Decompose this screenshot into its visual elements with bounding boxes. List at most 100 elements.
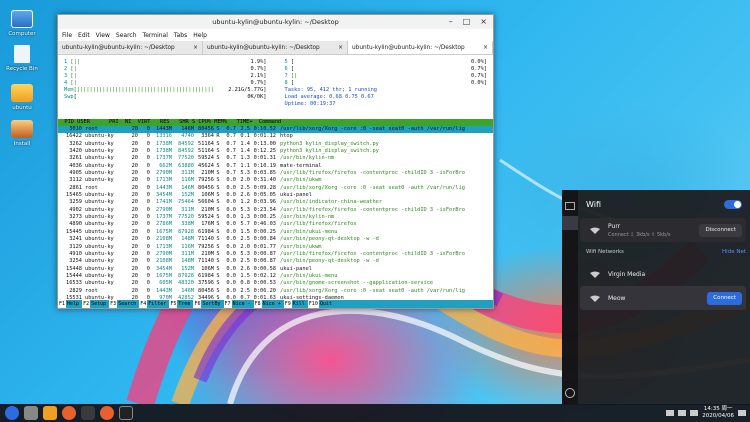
process-row[interactable]: 3420 ubuntu-ky 20 0 1738M 84592 51164 S 0.7 1.4 0:… [58, 148, 493, 155]
process-row[interactable]: 2829 root 20 0 1443M 146M 80456 S 0.0 2.5 0:06.20 /… [58, 288, 493, 295]
fkey-label[interactable]: Tree [177, 300, 193, 308]
file-manager-icon[interactable] [43, 406, 57, 420]
terminal-window[interactable]: ubuntu-kylin@ubuntu-kylin: ~/Desktop – □… [57, 14, 494, 309]
menu-file[interactable]: File [62, 32, 72, 39]
notification-icon[interactable] [666, 410, 675, 416]
fkey-key[interactable]: F7 [223, 300, 232, 308]
process-res: 146M [181, 126, 194, 132]
desktop-icon-install[interactable]: Install [2, 120, 42, 147]
terminal-tab[interactable]: ubuntu-kylin@ubuntu-kylin: ~/Desktop × [58, 41, 203, 54]
software-center-icon[interactable] [81, 406, 95, 420]
fkey-label[interactable]: Filter [147, 300, 169, 308]
disconnect-button[interactable]: Disconnect [699, 223, 742, 237]
process-row[interactable]: 3010 root 20 0 1443M 146M 80456 S 0.7 2.5 0:10.52 /… [58, 126, 493, 133]
process-user: ubuntu-ky [85, 170, 114, 177]
desktop-icon-home[interactable]: ubuntu [2, 84, 42, 111]
desktop-icon-computer[interactable]: Computer [2, 10, 42, 37]
process-row[interactable]: 16533 ubuntu-ky 20 0 605M 48320 37596 S 0.0 0.8 0:… [58, 280, 493, 287]
process-list[interactable]: 3010 root 20 0 1443M 146M 80456 S 0.7 2.5 0:10.52/… [58, 126, 493, 308]
firefox-icon[interactable] [62, 406, 76, 420]
process-row[interactable]: 3259 ubuntu-ky 20 0 1741M 75464 56604 S 0.0 1.2 0:… [58, 199, 493, 206]
process-row[interactable]: 3273 ubuntu-ky 20 0 1737M 77520 59524 S 0.0 1.3 0:… [58, 214, 493, 221]
connect-button[interactable]: Connect [707, 291, 742, 305]
minimize-icon[interactable]: – [449, 17, 453, 26]
menu-view[interactable]: View [96, 32, 110, 39]
wifi-toggle[interactable] [724, 200, 742, 209]
process-virt: 1675M [156, 228, 172, 235]
process-row[interactable]: 3262 ubuntu-ky 20 0 1738M 84592 51164 S 0.7 1.4 0:… [58, 141, 493, 148]
close-icon[interactable]: × [480, 17, 487, 26]
fkey-label[interactable]: Kill [292, 300, 308, 308]
process-row[interactable]: 4905 ubuntu-ky 20 0 2790M 311M 210M S 0.7 5.3 0:03… [58, 170, 493, 177]
desktop-icon-recycle-bin[interactable]: Recycle Bin [2, 45, 42, 72]
wifi-network-item[interactable]: Virgin Media [580, 262, 746, 286]
process-row[interactable]: 4890 ubuntu-ky 20 0 2786M 338M 176M S 0.0 5.7 0:46… [58, 221, 493, 228]
process-virt: 605M [159, 280, 172, 287]
multitask-icon[interactable] [24, 406, 38, 420]
settings-gear-icon[interactable] [565, 388, 575, 398]
process-row[interactable]: 15465 ubuntu-ky 20 0 3454M 152M 106M S 0.0 2.6 0:0… [58, 192, 493, 199]
tab-close-icon[interactable]: × [338, 45, 343, 51]
hide-networks-link[interactable]: Hide Net [722, 249, 746, 255]
fkey-key[interactable]: F9 [283, 300, 292, 308]
process-user: ubuntu-ky [85, 265, 114, 272]
fkey-key[interactable]: F2 [82, 300, 91, 308]
fkey-label[interactable]: Nice - [232, 300, 254, 308]
menu-edit[interactable]: Edit [78, 32, 90, 39]
terminal-tab-active[interactable]: ubuntu-kylin@ubuntu-kylin: ~/Desktop × [348, 41, 493, 54]
process-row[interactable]: 3129 ubuntu-ky 20 0 1713M 116M 79256 S 0.0 2.0 0:0… [58, 244, 493, 251]
connected-network[interactable]: Purr Connect ⇩ 3kb/s ⇧ 5kb/s Disconnect [580, 218, 746, 242]
volume-icon[interactable] [690, 410, 699, 416]
process-row[interactable]: 16422 ubuntu-ky 20 0 13316 4740 3364 R 0.7 0.1 0:0… [58, 133, 493, 140]
meter-label: 8 [284, 80, 288, 86]
process-row[interactable]: 3261 ubuntu-ky 20 0 1737M 77520 59524 S 0.7 1.3 0:… [58, 155, 493, 162]
meter-value: 0.7%] [250, 80, 267, 86]
process-pid: 3241 [69, 236, 82, 243]
firefox-window-icon[interactable] [100, 406, 114, 420]
process-row[interactable]: 15445 ubuntu-ky 20 0 1675M 87928 61984 S 0.0 1.5 0… [58, 229, 493, 236]
process-row[interactable]: 4910 ubuntu-ky 20 0 2790M 311M 210M S 0.0 5.3 0:00… [58, 251, 493, 258]
network-tray-icon[interactable] [678, 410, 687, 416]
fkey-label[interactable]: Quit [319, 300, 335, 308]
menu-terminal[interactable]: Terminal [143, 32, 168, 39]
process-row[interactable]: 4902 ubuntu-ky 20 0 2790M 311M 210M S 0.0 5.3 0:23… [58, 207, 493, 214]
desktop-icon-label: Computer [8, 31, 36, 37]
process-table-header[interactable]: PID USER PRI NI VIRT RES SHR S CPU% MEM%… [58, 119, 493, 126]
menu-search[interactable]: Search [116, 32, 137, 39]
fkey-key[interactable]: F6 [193, 300, 202, 308]
wired-network-icon[interactable] [565, 202, 575, 210]
clock[interactable]: 14:35 周一 2020/04/06 [702, 406, 734, 420]
fkey-label[interactable]: Search [117, 300, 139, 308]
wifi-icon[interactable] [562, 216, 578, 230]
process-row[interactable]: 15444 ubuntu-ky 20 0 1675M 87928 61984 S 0.0 1.5 0… [58, 273, 493, 280]
process-row[interactable]: 3254 ubuntu-ky 20 0 2108M 148M 71140 S 0.0 2.5 0:0… [58, 258, 493, 265]
window-titlebar[interactable]: ubuntu-kylin@ubuntu-kylin: ~/Desktop – □… [58, 15, 493, 29]
process-row[interactable]: 2861 root 20 0 1443M 146M 80456 S 0.0 2.5 0:09.28 /… [58, 185, 493, 192]
fkey-label[interactable]: SortBy [201, 300, 223, 308]
process-row[interactable]: 4036 ubuntu-ky 20 0 662M 63880 45624 S 0.7 1.1 0:1… [58, 163, 493, 170]
fkey-label[interactable]: Help [66, 300, 82, 308]
fkey-label[interactable]: Nice + [262, 300, 284, 308]
menu-help[interactable]: Help [193, 32, 207, 39]
process-row[interactable]: 3112 ubuntu-ky 20 0 1713M 116M 79256 S 0.0 2.0 0:3… [58, 177, 493, 184]
fkey-key[interactable]: F3 [109, 300, 118, 308]
process-row[interactable]: 3241 ubuntu-ky 20 0 2108M 148M 71140 S 0.0 2.5 0:0… [58, 236, 493, 243]
fkey-label[interactable]: Setup [90, 300, 109, 308]
start-menu-icon[interactable] [5, 406, 19, 420]
process-row[interactable]: 15448 ubuntu-ky 20 0 3454M 152M 106M S 0.0 2.6 0:0… [58, 266, 493, 273]
menu-tabs[interactable]: Tabs [174, 32, 187, 39]
process-pid: 16533 [66, 280, 82, 287]
terminal-window-icon[interactable] [119, 406, 133, 420]
terminal-tab[interactable]: ubuntu-kylin@ubuntu-kylin: ~/Desktop × [203, 41, 348, 54]
tab-close-icon[interactable]: × [483, 45, 488, 51]
maximize-icon[interactable]: □ [463, 17, 471, 26]
fkey-key[interactable]: F4 [139, 300, 148, 308]
fkey-key[interactable]: F8 [253, 300, 262, 308]
sidebar-toggle-icon[interactable] [738, 410, 746, 416]
htop-output[interactable]: 1 [|| 1.9%] 2 [| 0.7%] 3 [| 2.1%] 4 [| 0.7%]… [58, 55, 493, 308]
fkey-key[interactable]: F1 [58, 300, 67, 308]
fkey-key[interactable]: F10 [307, 300, 319, 308]
tab-close-icon[interactable]: × [193, 45, 198, 51]
wifi-network-item-selected[interactable]: Meow Connect [580, 286, 746, 310]
fkey-key[interactable]: F5 [169, 300, 178, 308]
